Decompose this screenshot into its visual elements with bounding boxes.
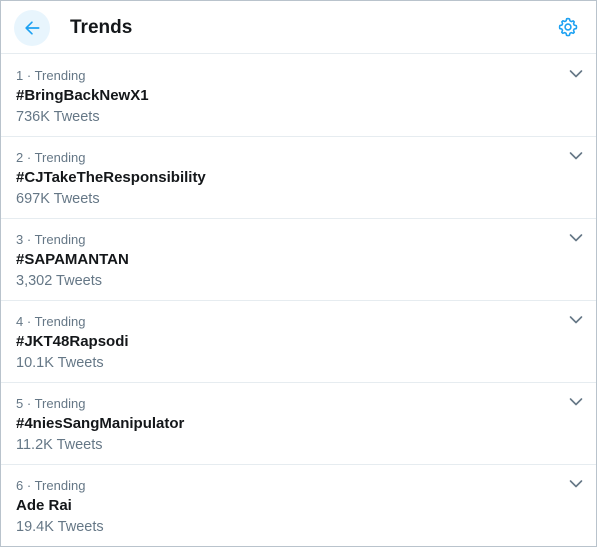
- trend-context-label: Trending: [34, 68, 86, 83]
- trend-tweet-count: 3,302 Tweets: [16, 273, 102, 289]
- trend-tweet-count: 19.4K Tweets: [16, 519, 104, 535]
- trend-context: 3 · Trending: [16, 232, 85, 247]
- chevron-down-icon: [569, 316, 583, 324]
- back-button[interactable]: [14, 10, 50, 46]
- trend-separator: ·: [26, 478, 32, 493]
- arrow-left-icon: [25, 21, 40, 35]
- trend-options-button[interactable]: [567, 393, 585, 411]
- chevron-down-icon: [569, 70, 583, 78]
- page-header: Trends: [1, 1, 596, 54]
- trend-separator: ·: [26, 314, 32, 329]
- trend-tweet-count: 10.1K Tweets: [16, 355, 104, 371]
- trend-context: 5 · Trending: [16, 396, 85, 411]
- trend-context: 1 · Trending: [16, 68, 85, 83]
- trend-options-button[interactable]: [567, 65, 585, 83]
- trend-context: 4 · Trending: [16, 314, 85, 329]
- trend-name[interactable]: #4niesSangManipulator: [16, 415, 184, 433]
- settings-button[interactable]: [556, 15, 580, 39]
- chevron-down-icon: [569, 398, 583, 406]
- trend-context-label: Trending: [34, 396, 86, 411]
- trend-separator: ·: [26, 150, 32, 165]
- trend-rank: 3: [16, 232, 24, 247]
- trend-separator: ·: [26, 232, 32, 247]
- trend-item[interactable]: 1 · Trending #BringBackNewX1 736K Tweets: [1, 55, 596, 137]
- trend-rank: 1: [16, 68, 24, 83]
- trend-name[interactable]: #JKT48Rapsodi: [16, 333, 129, 351]
- trend-context-label: Trending: [34, 232, 86, 247]
- trend-name[interactable]: Ade Rai: [16, 497, 72, 515]
- trend-item[interactable]: 5 · Trending #4niesSangManipulator 11.2K…: [1, 383, 596, 465]
- trend-tweet-count: 697K Tweets: [16, 191, 100, 207]
- trend-options-button[interactable]: [567, 229, 585, 247]
- page-title: Trends: [70, 17, 133, 38]
- trend-options-button[interactable]: [567, 311, 585, 329]
- trend-separator: ·: [26, 396, 32, 411]
- trend-options-button[interactable]: [567, 147, 585, 165]
- trends-panel: Trends 1 · Trending #BringBackNewX1 736K…: [0, 0, 597, 547]
- trend-rank: 5: [16, 396, 24, 411]
- trend-context: 6 · Trending: [16, 478, 85, 493]
- trend-context: 2 · Trending: [16, 150, 85, 165]
- chevron-down-icon: [569, 234, 583, 242]
- trend-rank: 4: [16, 314, 24, 329]
- trend-item[interactable]: 3 · Trending #SAPAMANTAN 3,302 Tweets: [1, 219, 596, 301]
- gear-icon: [558, 17, 578, 37]
- trend-name[interactable]: #CJTakeTheResponsibility: [16, 169, 206, 187]
- trends-list: 1 · Trending #BringBackNewX1 736K Tweets…: [1, 55, 596, 547]
- trend-item[interactable]: 6 · Trending Ade Rai 19.4K Tweets: [1, 465, 596, 547]
- trend-context-label: Trending: [34, 150, 86, 165]
- trend-item[interactable]: 4 · Trending #JKT48Rapsodi 10.1K Tweets: [1, 301, 596, 383]
- trend-context-label: Trending: [34, 314, 86, 329]
- chevron-down-icon: [569, 152, 583, 160]
- trend-name[interactable]: #BringBackNewX1: [16, 87, 149, 105]
- trend-tweet-count: 736K Tweets: [16, 109, 100, 125]
- trend-separator: ·: [26, 68, 32, 83]
- trend-name[interactable]: #SAPAMANTAN: [16, 251, 129, 269]
- trend-options-button[interactable]: [567, 475, 585, 493]
- trend-tweet-count: 11.2K Tweets: [16, 437, 103, 453]
- trend-context-label: Trending: [34, 478, 86, 493]
- trend-item[interactable]: 2 · Trending #CJTakeTheResponsibility 69…: [1, 137, 596, 219]
- chevron-down-icon: [569, 480, 583, 488]
- trend-rank: 6: [16, 478, 24, 493]
- trend-rank: 2: [16, 150, 24, 165]
